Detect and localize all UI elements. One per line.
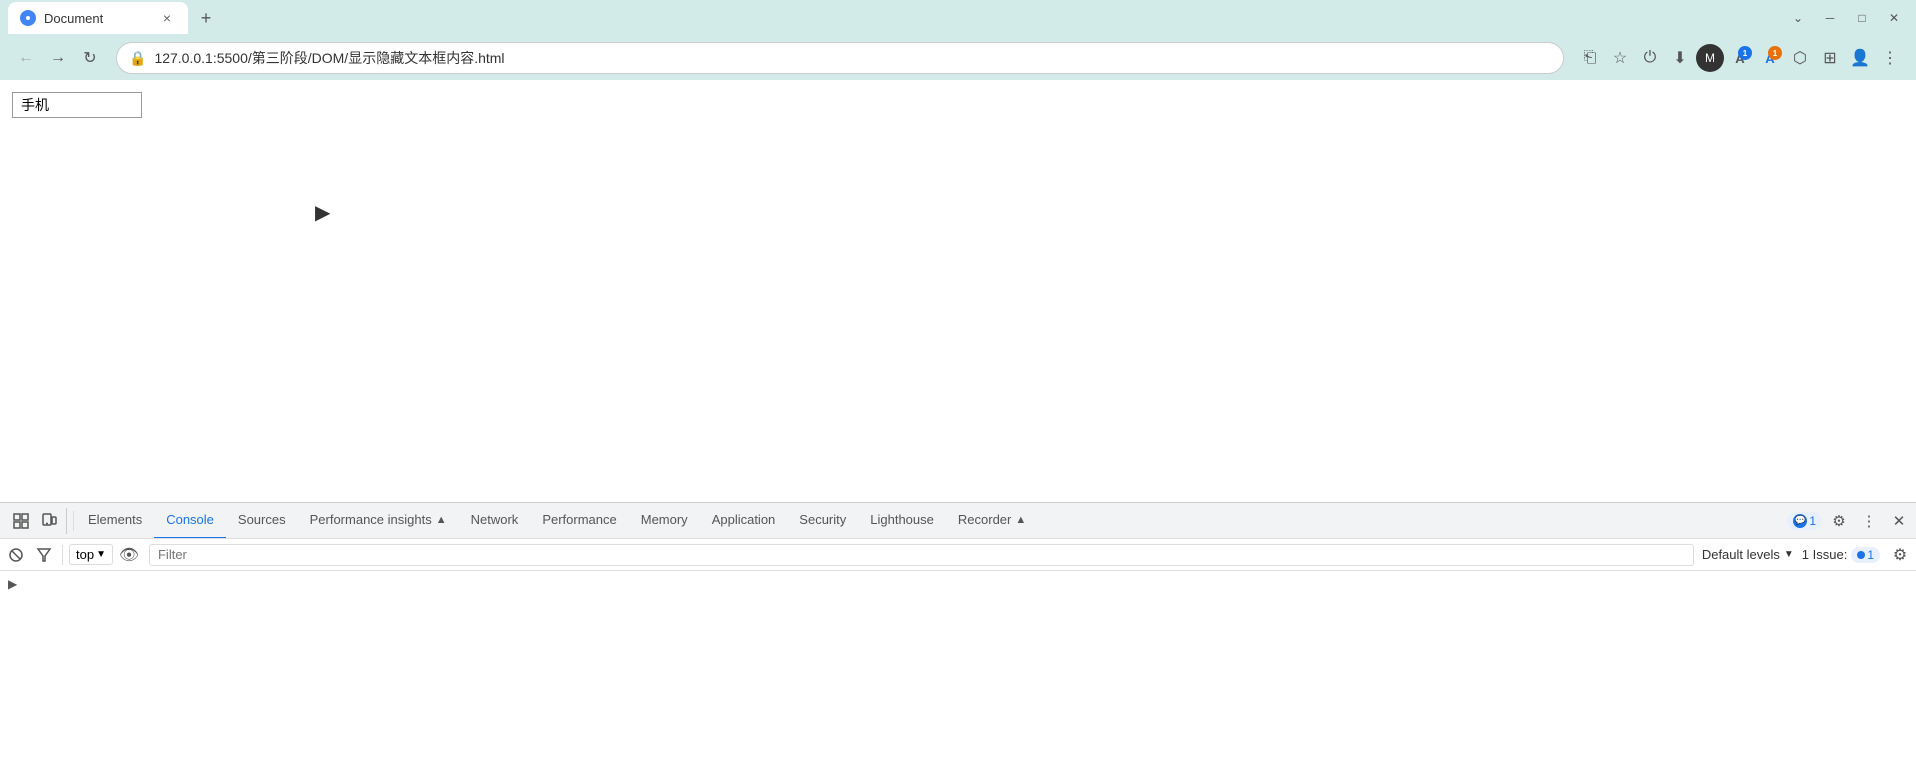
menu-button[interactable]: ⋮	[1876, 44, 1904, 72]
devtools-tab-bar: Elements Console Sources Performance ins…	[0, 503, 1916, 539]
issue-dot-icon	[1857, 551, 1865, 559]
devtools-panel: Elements Console Sources Performance ins…	[0, 502, 1916, 772]
tab-console[interactable]: Console	[154, 503, 226, 539]
tab-favicon	[20, 10, 36, 26]
tab-recorder[interactable]: Recorder ▲	[946, 503, 1038, 539]
lock-icon: 🔒	[129, 50, 146, 67]
translate-button[interactable]: A 1	[1726, 44, 1754, 72]
extensions-button[interactable]: ⬡	[1786, 44, 1814, 72]
back-button[interactable]: ←	[12, 44, 40, 72]
issue-count-badge: 1	[1851, 547, 1880, 563]
eye-button[interactable]: 👁	[117, 543, 141, 567]
right-arrow-icon: ▶	[8, 577, 17, 591]
side-panel-button[interactable]: ⊞	[1816, 44, 1844, 72]
tab-elements[interactable]: Elements	[76, 503, 154, 539]
tab-title: Document	[44, 11, 150, 26]
tab-performance-insights[interactable]: Performance insights ▲	[298, 503, 459, 539]
window-chevron-button[interactable]: ⌄	[1784, 4, 1812, 32]
default-levels-arrow-icon: ▼	[1784, 549, 1794, 560]
cursor-icon: ▶	[315, 200, 330, 225]
address-bar[interactable]: 🔒 127.0.0.1:5500/第三阶段/DOM/显示隐藏文本框内容.html	[116, 42, 1564, 74]
active-tab[interactable]: Document ×	[8, 2, 188, 34]
recorder-icon: ▲	[1015, 514, 1026, 526]
console-filter-input[interactable]	[149, 544, 1694, 566]
page-content: ▶	[0, 80, 1916, 502]
clear-console-button[interactable]	[4, 543, 28, 567]
console-settings-button[interactable]: ⚙	[1888, 543, 1912, 567]
default-levels-button[interactable]: Default levels ▼	[1702, 547, 1794, 562]
inspect-element-button[interactable]	[8, 508, 34, 534]
tab-network[interactable]: Network	[459, 503, 531, 539]
console-toolbar: top ▼ 👁 Default levels ▼ 1 Issue: 1 ⚙	[0, 539, 1916, 571]
refresh-button[interactable]: ↻	[76, 44, 104, 72]
extension-avatar-button[interactable]: M	[1696, 44, 1724, 72]
url-text: 127.0.0.1:5500/第三阶段/DOM/显示隐藏文本框内容.html	[154, 48, 1551, 68]
performance-insights-icon: ▲	[436, 514, 447, 526]
tab-application[interactable]: Application	[700, 503, 788, 539]
window-close-button[interactable]: ✕	[1880, 4, 1908, 32]
bookmark-button[interactable]: ☆	[1606, 44, 1634, 72]
share-icon-button[interactable]: ⎗	[1576, 44, 1604, 72]
forward-button[interactable]: →	[44, 44, 72, 72]
devtools-close-button[interactable]: ✕	[1886, 508, 1912, 534]
download-button[interactable]: ⬇	[1666, 44, 1694, 72]
console-badge[interactable]: 💬 1	[1787, 512, 1822, 530]
device-toolbar-button[interactable]	[36, 508, 62, 534]
window-maximize-button[interactable]: □	[1848, 4, 1876, 32]
issues-badge[interactable]: 1 Issue: 1	[1802, 547, 1880, 563]
tab-sources[interactable]: Sources	[226, 503, 298, 539]
phone-input[interactable]	[12, 92, 142, 118]
filter-toggle-button[interactable]	[32, 543, 56, 567]
user-button[interactable]: 👤	[1846, 44, 1874, 72]
tab-memory[interactable]: Memory	[629, 503, 700, 539]
top-label: top	[76, 547, 94, 562]
chat-icon: 💬	[1793, 514, 1807, 528]
console-content: ▶	[0, 571, 1916, 772]
tab-lighthouse[interactable]: Lighthouse	[858, 503, 946, 539]
window-minimize-button[interactable]: ─	[1816, 4, 1844, 32]
devtools-more-button[interactable]: ⋮	[1856, 508, 1882, 534]
new-tab-button[interactable]: +	[192, 4, 220, 32]
profile-button[interactable]: A 1	[1756, 44, 1784, 72]
top-context-selector[interactable]: top ▼	[69, 544, 113, 565]
console-expand-arrow[interactable]: ▶	[0, 575, 1916, 593]
console-badge-count: 1	[1809, 514, 1816, 528]
tab-security[interactable]: Security	[787, 503, 858, 539]
power-button[interactable]: ⏻	[1636, 44, 1664, 72]
tab-performance[interactable]: Performance	[530, 503, 628, 539]
devtools-settings-button[interactable]: ⚙	[1826, 508, 1852, 534]
tab-close-button[interactable]: ×	[158, 9, 176, 27]
dropdown-arrow-icon: ▼	[96, 549, 106, 560]
